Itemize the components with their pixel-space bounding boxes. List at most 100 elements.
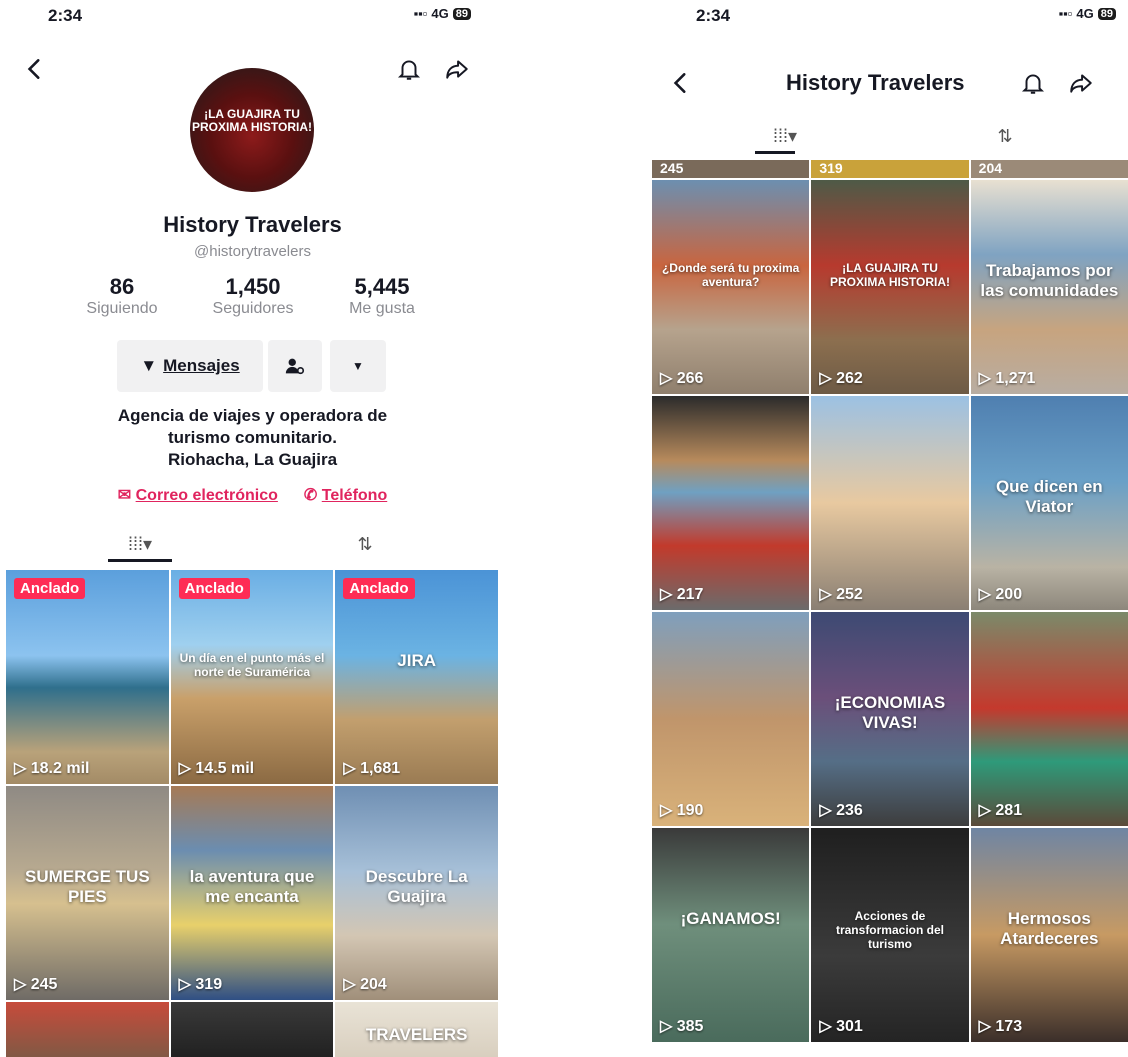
view-count-value: 217 — [676, 586, 704, 603]
view-count-value: 200 — [995, 586, 1023, 603]
partial-tile-views: 319 — [819, 160, 843, 176]
view-count-value: 190 — [676, 802, 704, 819]
view-count-value: 236 — [836, 802, 863, 819]
video-caption: la aventura que me encanta — [189, 867, 315, 907]
view-count-value: 14.5 mil — [195, 760, 255, 777]
stat-likes-label: Me gusta — [349, 300, 415, 317]
view-count: ▷ 18.2 mil — [14, 758, 89, 778]
partial-tile-views: 245 — [660, 160, 684, 176]
video-tile[interactable]: ¡LA GUAJIRA TU PROXIMA HISTORIA! ▷ 262 — [811, 180, 969, 394]
message-button-label: Mensajes — [163, 356, 240, 375]
play-icon: ▷ — [819, 802, 837, 819]
status-signal: ▪▪▫ 4G 89 — [414, 6, 471, 21]
status-bar: 2:34 ▪▪▫ 4G 89 — [0, 6, 505, 32]
bell-icon — [1021, 74, 1045, 94]
view-count-value: 252 — [836, 586, 863, 603]
play-icon: ▷ — [660, 1018, 677, 1035]
video-tile[interactable]: Anclado Un día en el punto más el norte d… — [170, 570, 334, 784]
avatar[interactable]: ¡LA GUAJIRA TU PROXIMA HISTORIA! — [190, 68, 314, 192]
contact-links: ✉ Correo electrónico ✆ Teléfono — [0, 485, 505, 505]
video-caption: Un día en el punto más el norte de Suram… — [179, 651, 325, 680]
share-button[interactable] — [440, 52, 474, 86]
filter-icon: ▼ — [140, 356, 158, 375]
stat-followers-label: Seguidores — [212, 300, 294, 317]
video-tile[interactable]: ▷ 190 — [652, 612, 810, 826]
pinned-badge: Anclado — [343, 578, 415, 599]
partial-tile[interactable]: 245 — [652, 160, 810, 178]
view-count: ▷ 266 — [660, 368, 703, 388]
notification-bell-button[interactable] — [392, 52, 426, 86]
video-tile[interactable]: Acciones de transformacion del turismo ▷ … — [811, 828, 969, 1042]
partial-tile[interactable]: 204 — [970, 160, 1128, 178]
video-tile[interactable]: la aventura que me encanta ▷ 319 — [170, 786, 334, 1000]
stat-likes-count: 5,445 — [354, 274, 410, 299]
video-tile[interactable]: ¡GANAMOS! ▷ 385 — [652, 828, 810, 1042]
bio-line-2: turismo comunitario. — [167, 428, 338, 447]
stat-following[interactable]: 86 Siguiendo — [72, 274, 172, 318]
video-tile[interactable]: ▷ 252 — [811, 396, 969, 610]
email-link[interactable]: ✉ Correo electrónico — [118, 485, 278, 505]
stat-followers[interactable]: 1,450 Seguidores — [194, 274, 312, 318]
partial-tile[interactable]: 319 — [811, 160, 969, 178]
partial-row: 245 319 204 — [652, 160, 1128, 178]
stat-likes[interactable]: 5,445 Me gusta — [330, 274, 434, 318]
video-tile[interactable]: Hermosos Atardeceres ▷ 173 — [970, 828, 1128, 1042]
network-label: 4G — [1076, 6, 1094, 21]
video-tile[interactable]: ▷ 217 — [652, 396, 810, 610]
play-icon: ▷ — [978, 802, 996, 819]
view-count: ▷ 245 — [14, 974, 57, 994]
view-count-value: 173 — [995, 1018, 1023, 1035]
notification-bell-button[interactable] — [1016, 66, 1050, 100]
signal-icon: ▪▪▫ — [1058, 6, 1073, 21]
video-tile[interactable]: ▷ 281 — [970, 612, 1128, 826]
view-count: ▷ 281 — [979, 800, 1022, 820]
view-count: ▷ 1,271 — [979, 368, 1036, 388]
video-tile[interactable]: ¿Donde será tu proxima aventura? ▷ 266 — [652, 180, 810, 394]
view-count: ▷ 200 — [979, 584, 1022, 604]
view-count-value: 385 — [676, 1018, 704, 1035]
video-caption: ¡GANAMOS! — [680, 909, 781, 929]
tab-reposts[interactable]: ⇅ — [335, 526, 395, 562]
video-tile[interactable]: Que dicen en Viator ▷ 200 — [970, 396, 1128, 610]
tab-reposts[interactable]: ⇅ — [975, 118, 1035, 154]
profile-handle: @historytravelers — [194, 243, 311, 260]
pinned-badge: Anclado — [178, 578, 250, 599]
play-icon: ▷ — [978, 370, 996, 387]
message-button[interactable]: ▼ Mensajes — [117, 340, 263, 392]
view-count: ▷ 319 — [179, 974, 222, 994]
video-tile[interactable] — [6, 1002, 169, 1057]
view-count: ▷ 385 — [660, 1016, 703, 1036]
video-tile[interactable]: ¡ECONOMIAS VIVAS! ▷ 236 — [811, 612, 969, 826]
view-count: ▷ 14.5 mil — [179, 758, 254, 778]
tab-videos[interactable]: ⁞⁞⁞▾ — [110, 526, 170, 562]
caret-down-icon: ▼ — [352, 359, 364, 373]
video-caption: Acciones de transformacion del turismo — [835, 909, 944, 952]
status-time: 2:34 — [696, 6, 731, 25]
play-icon: ▷ — [343, 976, 361, 993]
back-button[interactable] — [18, 52, 52, 86]
tab-videos[interactable]: ⁞⁞⁞▾ — [755, 118, 815, 154]
bio-line-3: Riohacha, La Guajira — [167, 450, 338, 469]
video-caption: SUMERGE TUS PIES — [24, 867, 150, 907]
video-tile[interactable]: Anclado ▷ 18.2 mil — [6, 570, 169, 784]
video-tile[interactable]: Anclado JIRA ▷ 1,681 — [335, 570, 498, 784]
play-icon: ▷ — [819, 586, 837, 603]
bio-line-1: Agencia de viajes y operadora de — [117, 406, 388, 425]
video-caption: JIRA — [397, 651, 437, 671]
video-tile[interactable]: Descubre La Guajira ▷ 204 — [335, 786, 498, 1000]
play-icon: ▷ — [819, 370, 837, 387]
share-button[interactable] — [1064, 66, 1098, 100]
video-grid: Anclado ▷ 18.2 mil Anclado Un día en el pun… — [6, 570, 498, 1057]
video-tile[interactable]: TRAVELERS — [335, 1002, 498, 1057]
video-tile[interactable]: SUMERGE TUS PIES ▷ 245 — [6, 786, 169, 1000]
video-caption: ¿Donde será tu proxima aventura? — [661, 261, 800, 290]
phone-link[interactable]: ✆ Teléfono — [304, 485, 387, 505]
add-friend-button[interactable] — [268, 340, 322, 392]
video-caption: TRAVELERS — [365, 1024, 468, 1044]
video-tile[interactable]: Trabajamos por las comunidades ▷ 1,271 — [970, 180, 1128, 394]
video-tile[interactable] — [170, 1002, 334, 1057]
back-button[interactable] — [664, 66, 698, 100]
view-count-value: 301 — [836, 1018, 863, 1035]
more-options-button[interactable]: ▼ — [330, 340, 386, 392]
view-count-value: 18.2 mil — [30, 760, 90, 777]
